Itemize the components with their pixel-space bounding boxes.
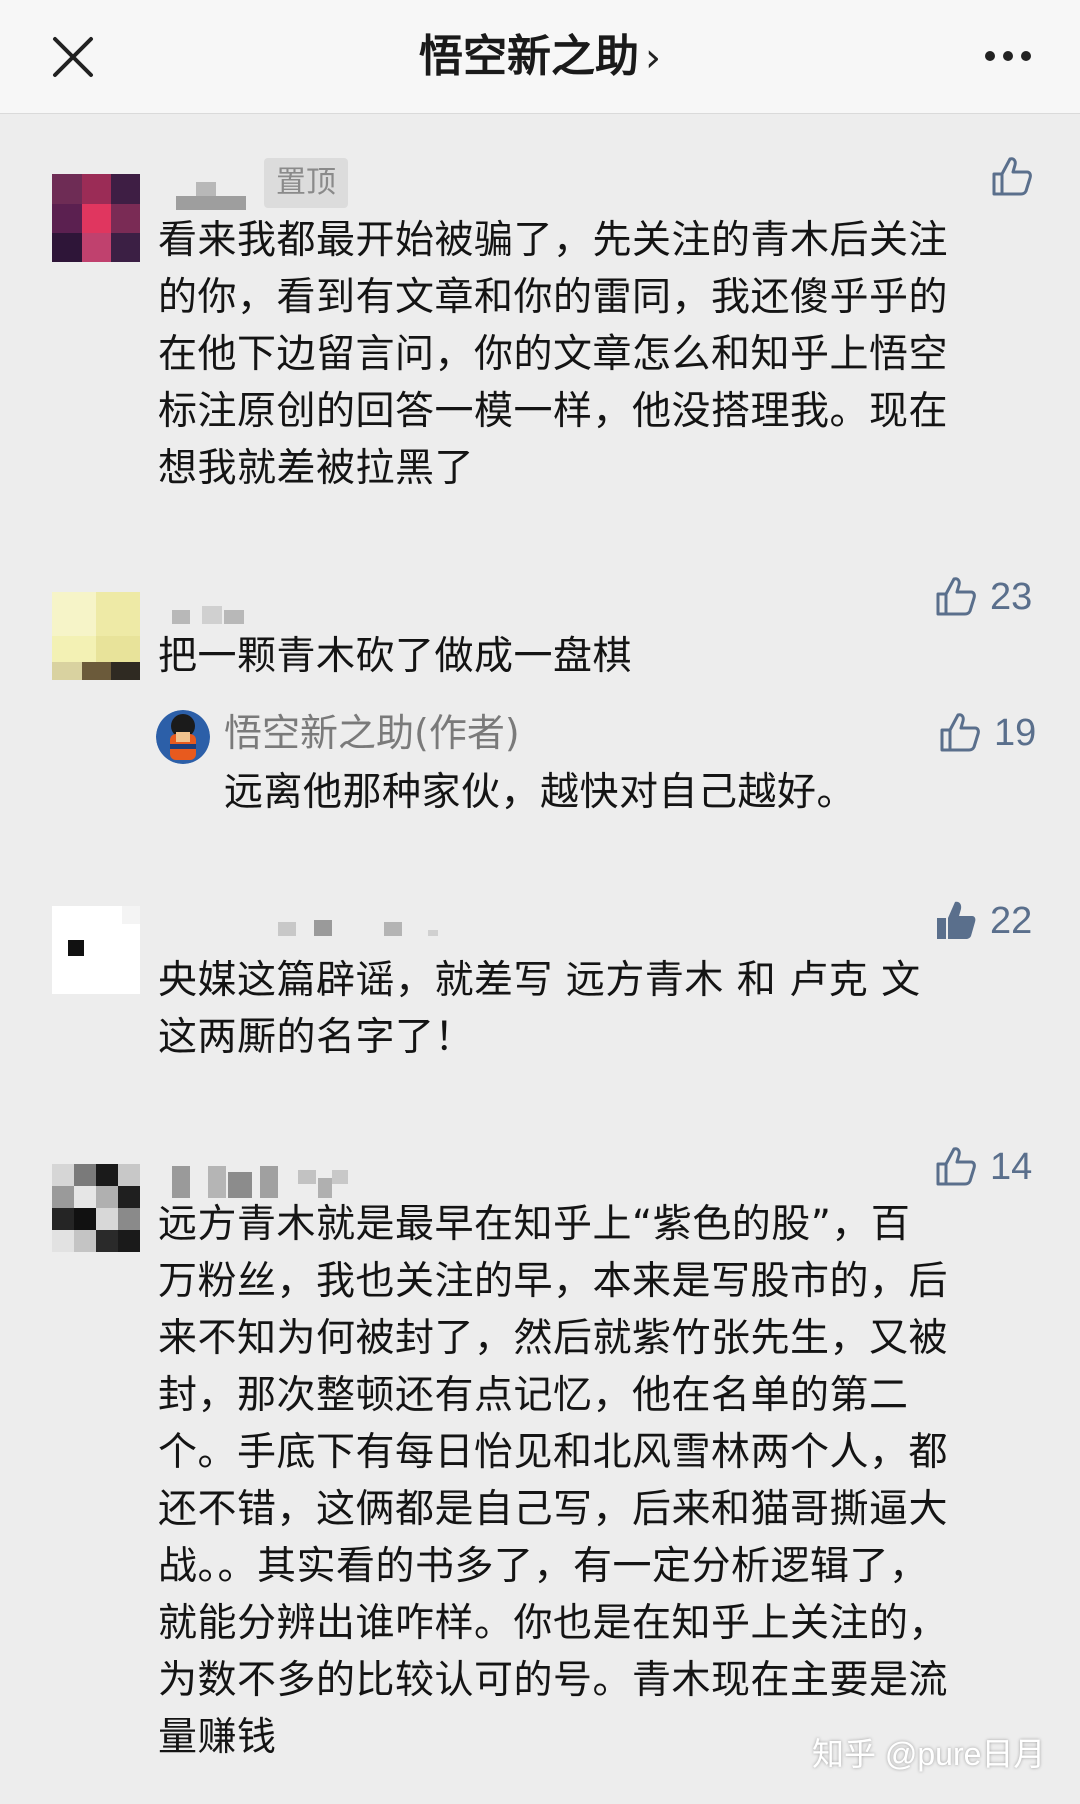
comment-line: 封，那次整顿还有点记忆，他在名单的第二 bbox=[158, 1373, 909, 1418]
comment-line: 在他下边留言问，你的文章怎么和知乎上悟空 bbox=[158, 332, 949, 377]
comment-text: 把一颗青木砍了做成一盘棋 bbox=[158, 628, 632, 685]
account-title[interactable]: 悟空新之助 › bbox=[0, 30, 1080, 85]
thumbs-up-outline-icon bbox=[992, 157, 1032, 196]
avatar[interactable] bbox=[52, 1164, 140, 1252]
comment-line: 的你，看到有文章和你的雷同，我还傻乎乎的 bbox=[158, 275, 949, 320]
like-button[interactable]: 14 bbox=[934, 1144, 1044, 1190]
thumbs-up-outline-icon bbox=[936, 1147, 976, 1186]
avatar[interactable] bbox=[52, 592, 140, 680]
avatar[interactable] bbox=[52, 906, 140, 994]
username-blurred bbox=[176, 172, 246, 210]
more-icon bbox=[985, 51, 1031, 61]
avatar-mosaic-image bbox=[52, 592, 140, 680]
username-blurred bbox=[172, 1164, 348, 1200]
comment-line: 万粉丝，我也关注的早，本来是写股市的，后 bbox=[158, 1259, 949, 1304]
like-count: 19 bbox=[994, 712, 1037, 754]
thumbs-up-outline-icon bbox=[940, 713, 980, 752]
zhihu-watermark: 知乎 @pure日月 bbox=[812, 1736, 1046, 1772]
pinned-badge: 置顶 bbox=[264, 158, 348, 208]
username-blurred bbox=[172, 606, 244, 628]
comment-line: 就能分辨出谁咋样。你也是在知乎上关注的， bbox=[158, 1601, 949, 1646]
comment-line: 把一颗青木砍了做成一盘棋 bbox=[158, 634, 633, 679]
username-blurred bbox=[278, 918, 438, 938]
reply-like-button[interactable]: 19 bbox=[938, 710, 1048, 756]
avatar-mosaic-image bbox=[52, 906, 140, 994]
comment-line: 为数不多的比较认可的号。青木现在主要是流 bbox=[158, 1658, 949, 1703]
more-button[interactable] bbox=[984, 48, 1032, 64]
like-button[interactable]: 23 bbox=[934, 574, 1044, 620]
like-count: 22 bbox=[990, 900, 1033, 942]
comment-text: 远方青木就是最早在知乎上“紫色的股”，百 万粉丝，我也关注的早，本来是写股市的，… bbox=[158, 1196, 948, 1766]
comment-line: 战。。其实看的书多了，有一定分析逻辑了， bbox=[158, 1544, 929, 1589]
comment-line: 这两厮的名字了！ bbox=[158, 1015, 475, 1060]
avatar-mosaic-image bbox=[52, 174, 140, 262]
comment-line: 还不错，这俩都是自己写，后来和猫哥撕逼大 bbox=[158, 1487, 949, 1532]
like-button[interactable]: 22 bbox=[934, 898, 1044, 944]
chevron-right-icon: › bbox=[645, 35, 661, 81]
comment-line: 看来我都最开始被骗了，先关注的青木后关注 bbox=[158, 218, 949, 263]
comment-line: 想我就差被拉黑了 bbox=[158, 446, 475, 491]
like-count: 14 bbox=[990, 1146, 1033, 1188]
top-bar: 悟空新之助 › bbox=[0, 0, 1080, 114]
comment-line: 标注原创的回答一模一样，他没搭理我。现在 bbox=[158, 389, 949, 434]
reply-line: 远离他那种家伙，越快对自己越好。 bbox=[224, 770, 857, 815]
author-avatar[interactable] bbox=[156, 710, 210, 764]
thumbs-up-outline-icon bbox=[936, 577, 976, 616]
reply-text: 远离他那种家伙，越快对自己越好。 bbox=[224, 764, 856, 821]
reply-author-name[interactable]: 悟空新之助(作者) bbox=[224, 708, 520, 758]
thumbs-up-filled-icon bbox=[937, 901, 976, 939]
avatar[interactable] bbox=[52, 174, 140, 262]
comment-line: 央媒这篇辟谣，就差写 远方青木 和 卢克 文 bbox=[158, 958, 921, 1003]
comment-line: 来不知为何被封了，然后就紫竹张先生，又被 bbox=[158, 1316, 949, 1361]
avatar-mosaic-image bbox=[52, 1164, 140, 1252]
comment-text: 看来我都最开始被骗了，先关注的青木后关注 的你，看到有文章和你的雷同，我还傻乎乎… bbox=[158, 212, 948, 497]
like-count: 23 bbox=[990, 576, 1033, 618]
comment-line: 远方青木就是最早在知乎上“紫色的股”，百 bbox=[158, 1202, 911, 1247]
comment-line: 个。手底下有每日怡见和北风雪林两个人，都 bbox=[158, 1430, 949, 1475]
comment-text: 央媒这篇辟谣，就差写 远方青木 和 卢克 文 这两厮的名字了！ bbox=[158, 952, 921, 1066]
like-button[interactable] bbox=[990, 154, 1034, 200]
author-avatar-image bbox=[156, 710, 210, 764]
account-title-text: 悟空新之助 bbox=[419, 31, 639, 82]
